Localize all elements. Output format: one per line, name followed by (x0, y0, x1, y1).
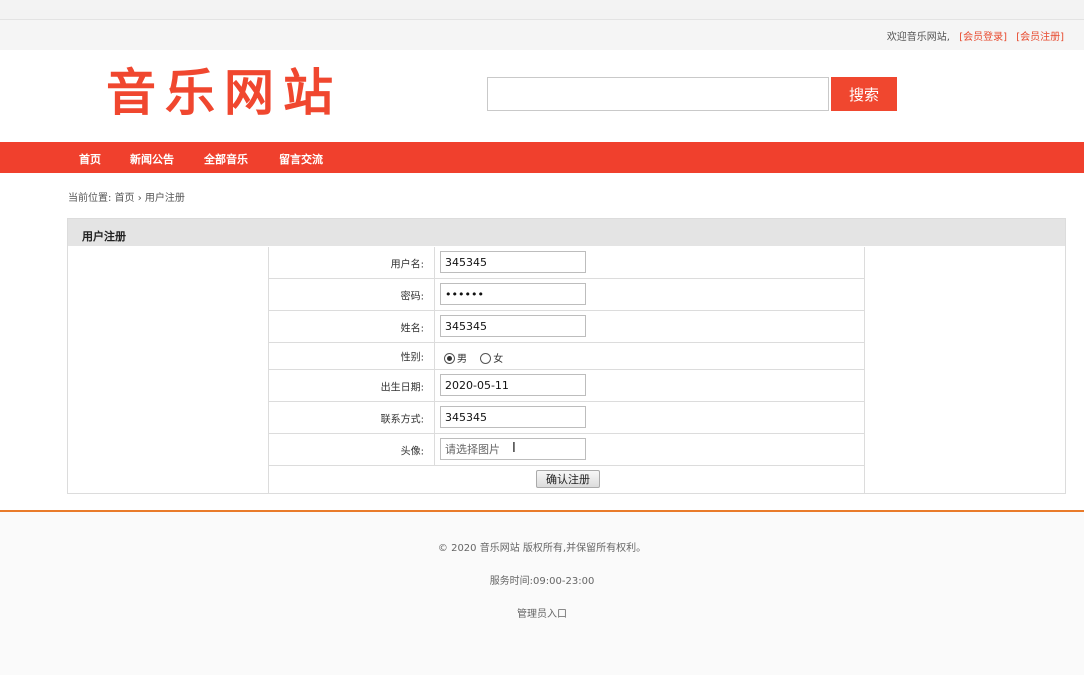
gender-female-label[interactable]: 女 (493, 354, 503, 365)
site-logo[interactable]: 音乐网站 (106, 64, 342, 122)
nav-item-home[interactable]: 首页 (79, 151, 101, 167)
nav-item-guestbook[interactable]: 留言交流 (279, 151, 323, 167)
footer-copyright: © 2020 音乐网站 版权所有,并保留所有权利。 (437, 543, 647, 554)
admin-entry-link[interactable]: 管理员入口 (517, 609, 567, 620)
contact-field[interactable] (440, 406, 586, 428)
birthday-field[interactable] (440, 374, 586, 396)
form-row-birthday: 出生日期: (269, 370, 864, 402)
form-row-gender: 性别: 男 女 (269, 343, 864, 370)
breadcrumb-prefix: 当前位置: (68, 193, 115, 204)
form-row-username: 用户名: (269, 247, 864, 279)
footer: © 2020 音乐网站 版权所有,并保留所有权利。 服务时间:09:00-23:… (0, 512, 1084, 675)
form-row-name: 姓名: (269, 311, 864, 343)
label-cell: 性别: (269, 343, 435, 369)
breadcrumb-home-link[interactable]: 首页 (115, 193, 135, 204)
form-row-submit: 确认注册 (269, 466, 864, 493)
gender-label: 性别: (400, 352, 424, 364)
name-field[interactable] (440, 315, 586, 337)
main-content: 当前位置: 首页 › 用户注册 用户注册 用户名: 密码: 姓名: 性别: 男 (0, 173, 1084, 510)
register-form: 用户名: 密码: 姓名: 性别: 男 女 出生日期: (268, 247, 865, 493)
label-cell: 联系方式: (269, 402, 435, 433)
search-input[interactable] (487, 77, 829, 111)
gender-radio-group: 男 女 (444, 350, 513, 365)
breadcrumb-current: 用户注册 (144, 193, 185, 204)
register-panel: 用户注册 用户名: 密码: 姓名: 性别: 男 女 (67, 218, 1066, 494)
breadcrumb-separator: › (134, 193, 145, 204)
birthday-label: 出生日期: (380, 382, 424, 393)
welcome-text: 欢迎音乐网站, (886, 32, 950, 43)
contact-label: 联系方式: (380, 414, 424, 425)
form-row-avatar: 头像: I (269, 434, 864, 466)
form-row-contact: 联系方式: (269, 402, 864, 434)
label-cell: 密码: (269, 279, 435, 310)
password-field[interactable] (440, 283, 586, 305)
member-register-link[interactable]: [会员注册] (1016, 32, 1064, 43)
avatar-label: 头像: (400, 446, 424, 457)
form-row-password: 密码: (269, 279, 864, 311)
footer-hours: 服务时间:09:00-23:00 (489, 576, 595, 587)
top-bar-links: 欢迎音乐网站, [会员登录] [会员注册] (887, 28, 1064, 43)
label-cell: 姓名: (269, 311, 435, 342)
password-label: 密码: (400, 291, 424, 302)
text-cursor-icon: I (512, 441, 516, 456)
top-bar: 欢迎音乐网站, [会员登录] [会员注册] (0, 20, 1084, 50)
search-button[interactable]: 搜索 (831, 77, 897, 111)
nav-item-news[interactable]: 新闻公告 (130, 151, 174, 167)
footer-line: 管理员入口 (0, 605, 1084, 620)
breadcrumb: 当前位置: 首页 › 用户注册 (68, 189, 185, 204)
label-cell: 头像: (269, 434, 435, 465)
main-nav: 首页 新闻公告 全部音乐 留言交流 (0, 142, 1084, 173)
label-cell: 出生日期: (269, 370, 435, 401)
label-cell: 用户名: (269, 247, 435, 278)
browser-strip (0, 0, 1084, 20)
gender-female-radio[interactable] (480, 353, 492, 364)
nav-item-all-music[interactable]: 全部音乐 (204, 151, 248, 167)
gender-male-radio[interactable] (444, 353, 455, 364)
username-field[interactable] (440, 251, 586, 273)
member-login-link[interactable]: [会员登录] (959, 32, 1007, 43)
gender-male-label[interactable]: 男 (457, 354, 467, 365)
confirm-register-button[interactable]: 确认注册 (536, 470, 600, 488)
username-label: 用户名: (390, 259, 424, 270)
name-label: 姓名: (400, 323, 424, 334)
panel-title: 用户注册 (82, 230, 126, 243)
header: 音乐网站 搜索 (0, 50, 1084, 142)
panel-header: 用户注册 (68, 219, 1065, 246)
